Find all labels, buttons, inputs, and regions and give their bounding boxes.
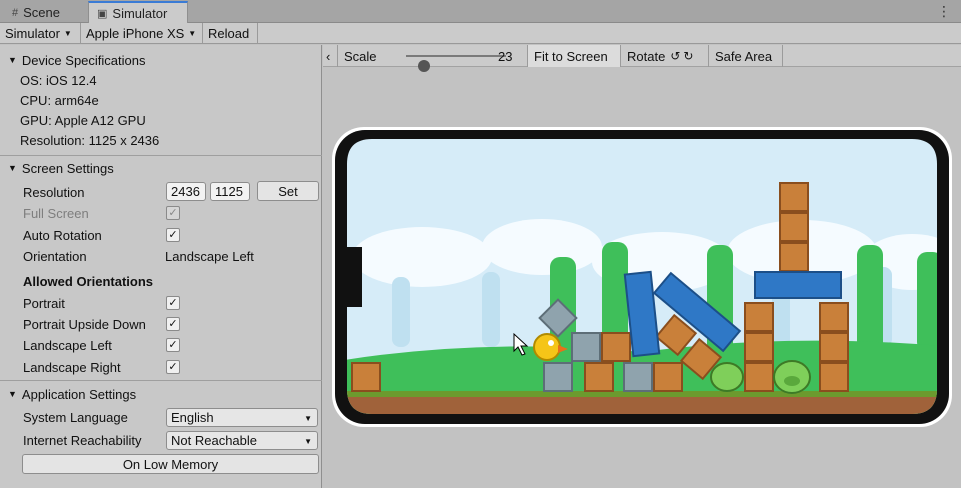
on-low-memory-button[interactable]: On Low Memory <box>22 454 319 474</box>
tab-simulator[interactable]: ▣ Simulator <box>88 1 188 23</box>
chevron-down-icon: ▼ <box>188 29 197 38</box>
section-divider <box>0 380 322 381</box>
tab-scene-label: Scene <box>23 5 60 20</box>
spec-os: OS: iOS 12.4 <box>20 72 97 88</box>
resolution-label: Resolution <box>23 184 85 200</box>
game-view <box>347 139 937 414</box>
chevron-down-icon: ▼ <box>304 414 312 423</box>
app-settings-header[interactable]: ▼ Application Settings <box>0 383 322 405</box>
device-dropdown-label: Apple iPhone XS <box>86 26 185 41</box>
internet-reachability-label: Internet Reachability <box>23 432 142 448</box>
fit-to-screen-button[interactable]: Fit to Screen <box>528 45 621 67</box>
mode-dropdown[interactable]: Simulator ▼ <box>0 23 81 44</box>
spec-resolution: Resolution: 1125 x 2436 <box>20 132 160 148</box>
more-options-icon[interactable]: ⋮ <box>937 3 951 19</box>
scale-label: Scale <box>344 48 377 64</box>
device-specs-title: Device Specifications <box>21 52 146 68</box>
spec-cpu: CPU: arm64e <box>20 92 99 108</box>
collapse-panel-icon[interactable]: ‹ <box>323 45 338 67</box>
scale-control: Scale 23 <box>338 45 528 72</box>
resolution-height-field[interactable]: 1125 <box>210 182 250 201</box>
foldout-open-icon: ▼ <box>8 163 17 173</box>
landscape-left-checkbox[interactable]: ✓ <box>166 338 180 352</box>
viewport-toolbar: ‹ Scale 23 Fit to Screen Rotate ↺ ↻ Safe… <box>323 45 961 72</box>
fit-to-screen-label: Fit to Screen <box>534 48 608 64</box>
allowed-orientations-heading: Allowed Orientations <box>23 273 154 289</box>
editor-tab-bar: # Scene ▣ Simulator ⋮ <box>0 0 961 23</box>
device-specs-header[interactable]: ▼ Device Specifications <box>0 49 322 71</box>
section-divider <box>0 155 322 156</box>
reload-button[interactable]: Reload <box>203 23 258 44</box>
simulator-viewport: ‹ Scale 23 Fit to Screen Rotate ↺ ↻ Safe… <box>323 45 961 488</box>
screen-settings-title: Screen Settings <box>21 160 114 176</box>
rotate-label: Rotate <box>627 48 666 64</box>
tab-scene[interactable]: # Scene <box>4 2 84 23</box>
mode-dropdown-label: Simulator <box>5 26 60 41</box>
rotate-right-icon[interactable]: ↻ <box>683 49 693 63</box>
portrait-label: Portrait <box>23 295 65 311</box>
foldout-open-icon: ▼ <box>8 389 17 399</box>
landscape-right-checkbox[interactable]: ✓ <box>166 360 180 374</box>
internet-reachability-dropdown[interactable]: Not Reachable ▼ <box>166 431 318 450</box>
scale-slider-handle[interactable] <box>418 60 430 72</box>
system-language-value: English <box>171 410 214 425</box>
portrait-upside-down-checkbox[interactable]: ✓ <box>166 317 180 331</box>
safe-area-toggle[interactable]: Safe Area <box>709 45 783 67</box>
grid-icon: # <box>12 6 19 19</box>
orientation-value: Landscape Left <box>165 248 254 264</box>
auto-rotation-label: Auto Rotation <box>23 227 102 243</box>
chevron-down-icon: ▼ <box>304 437 312 446</box>
orientation-label: Orientation <box>23 248 87 264</box>
set-resolution-button[interactable]: Set <box>257 181 319 201</box>
reload-button-label: Reload <box>208 26 250 41</box>
simulator-toolbar: Simulator ▼ Apple iPhone XS ▼ Reload <box>0 23 961 44</box>
auto-rotation-checkbox[interactable]: ✓ <box>166 228 180 242</box>
simulated-device-screen[interactable] <box>332 127 952 427</box>
device-icon: ▣ <box>97 7 108 20</box>
foldout-open-icon: ▼ <box>8 55 17 65</box>
system-language-dropdown[interactable]: English ▼ <box>166 408 318 427</box>
app-settings-title: Application Settings <box>21 386 137 402</box>
landscape-left-label: Landscape Left <box>23 337 112 353</box>
scale-slider[interactable] <box>406 55 506 72</box>
spec-gpu: GPU: Apple A12 GPU <box>20 112 146 128</box>
portrait-upside-down-label: Portrait Upside Down <box>23 316 146 332</box>
scale-value: 23 <box>498 48 513 64</box>
rotate-left-icon[interactable]: ↺ <box>670 49 680 63</box>
portrait-checkbox[interactable]: ✓ <box>166 296 180 310</box>
device-dropdown[interactable]: Apple iPhone XS ▼ <box>81 23 203 44</box>
screen-settings-header[interactable]: ▼ Screen Settings <box>0 157 322 179</box>
system-language-label: System Language <box>23 409 128 425</box>
chevron-down-icon: ▼ <box>63 29 72 38</box>
simulator-settings-panel: ▼ Device Specifications OS: iOS 12.4 CPU… <box>0 45 322 488</box>
tab-simulator-label: Simulator <box>112 5 168 21</box>
full-screen-checkbox[interactable]: ✓ <box>166 206 180 220</box>
resolution-width-field[interactable]: 2436 <box>166 182 206 201</box>
internet-reachability-value: Not Reachable <box>171 433 257 448</box>
safe-area-label: Safe Area <box>715 48 773 64</box>
landscape-right-label: Landscape Right <box>23 359 121 375</box>
full-screen-label: Full Screen <box>23 205 89 221</box>
rotate-control: Rotate ↺ ↻ <box>621 45 709 67</box>
